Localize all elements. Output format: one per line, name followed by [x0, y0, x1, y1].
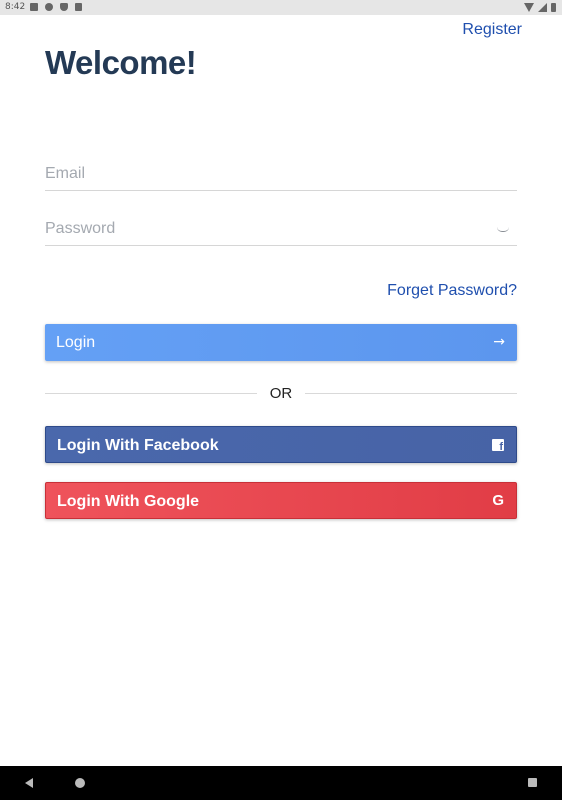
signal-icon — [538, 3, 547, 12]
or-divider: OR — [45, 384, 517, 404]
email-field-container — [45, 160, 517, 191]
recents-icon[interactable] — [528, 778, 537, 787]
sdcard-notification-icon — [75, 3, 82, 11]
password-field[interactable] — [45, 215, 485, 243]
forgot-password-link[interactable]: Forget Password? — [387, 282, 517, 300]
image-notification-icon — [30, 3, 38, 11]
battery-icon — [551, 3, 556, 12]
eye-icon[interactable] — [497, 227, 509, 232]
login-button-label: Login — [56, 334, 96, 351]
register-link[interactable]: Register — [462, 21, 522, 39]
back-icon[interactable] — [25, 778, 33, 788]
arrow-right-icon: → — [493, 334, 505, 350]
settings-notification-icon — [45, 3, 53, 11]
notification-icons — [30, 3, 82, 11]
navigation-bar — [0, 766, 562, 800]
wifi-icon — [524, 3, 534, 12]
system-icons — [524, 3, 556, 12]
google-icon: G — [492, 492, 504, 509]
password-field-container — [45, 215, 517, 246]
shield-notification-icon — [60, 3, 68, 11]
status-bar: 8:42 — [0, 0, 562, 15]
page-title: Welcome! — [45, 44, 197, 81]
facebook-button-label: Login With Facebook — [57, 437, 219, 454]
google-button-label: Login With Google — [57, 493, 200, 510]
google-login-button[interactable]: Login With Google G — [45, 482, 517, 519]
email-field[interactable] — [45, 160, 485, 188]
facebook-login-button[interactable]: Login With Facebook f — [45, 426, 517, 463]
divider-line-right — [305, 393, 517, 394]
home-icon[interactable] — [75, 778, 85, 788]
status-time: 8:42 — [5, 2, 26, 12]
login-button[interactable]: Login → — [45, 324, 517, 361]
facebook-icon: f — [492, 439, 504, 453]
